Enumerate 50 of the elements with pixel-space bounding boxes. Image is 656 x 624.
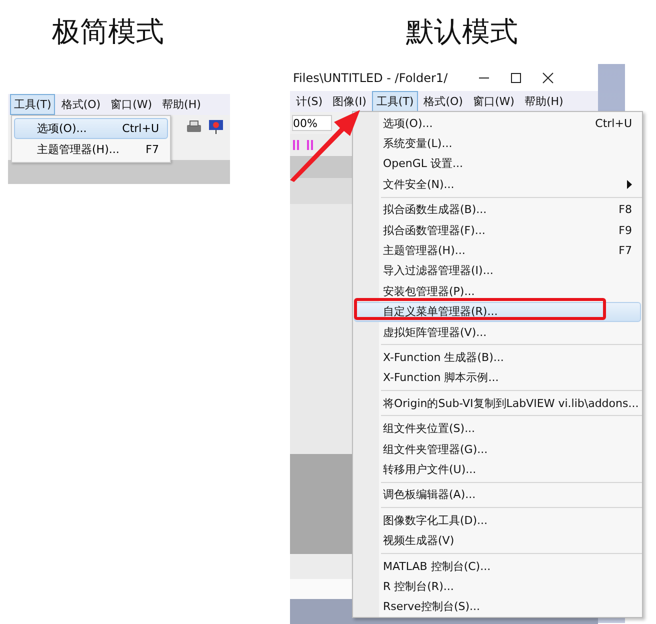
menu-title[interactable]: 计(S) xyxy=(292,91,327,112)
menu-item[interactable]: 拟合函数生成器(B)... F8 xyxy=(354,200,641,220)
menu-item[interactable]: 文件安全(N)... xyxy=(354,174,641,195)
menu-item[interactable]: Rserve控制台(S)... xyxy=(354,596,641,617)
mode-title: 极简模式 xyxy=(51,14,165,50)
menu-item[interactable]: 系统变量(L)... xyxy=(354,133,641,154)
mode-title: 默认模式 xyxy=(405,14,519,50)
menu-item[interactable]: X-Function 生成器(B)... xyxy=(354,347,641,368)
menu-item[interactable]: 导入过滤器管理器(I)... xyxy=(354,260,641,282)
menu-item[interactable]: 安装包管理器(P)... xyxy=(354,281,641,302)
zoom-field[interactable]: 00% xyxy=(292,115,332,131)
shortcut-label: F7 xyxy=(146,143,159,156)
menu-item[interactable]: 主题管理器(H)... F7 xyxy=(354,240,641,261)
menu-item[interactable]: 图像数字化工具(D)... xyxy=(354,510,641,530)
menu-item[interactable]: MATLAB 控制台(C)... xyxy=(354,556,641,576)
menu-item[interactable]: 组文件夹管理器(G)... xyxy=(354,438,641,460)
menu-title[interactable]: 工具(T) xyxy=(372,91,418,112)
menu-item[interactable]: 选项(O)... Ctrl+U xyxy=(354,113,641,134)
menu-title[interactable]: 帮助(H) xyxy=(158,94,205,115)
menu-title[interactable]: 格式(O) xyxy=(57,94,105,115)
window-title: Files\UNTITLED - /Folder1/ xyxy=(293,70,448,84)
menu-item[interactable]: X-Function 脚本示例... xyxy=(354,368,641,388)
shortcut-label: F9 xyxy=(618,224,632,237)
menu-title[interactable]: 窗口(W) xyxy=(106,94,156,115)
menu-item[interactable]: 拟合函数管理器(F)... F9 xyxy=(354,220,641,240)
shortcut-label: Ctrl+U xyxy=(595,116,632,130)
menu-item[interactable]: 主题管理器(H)... F7 xyxy=(14,139,168,160)
submenu-arrow-icon xyxy=(627,180,632,189)
menu-title[interactable]: 窗口(W) xyxy=(468,91,518,112)
menu-title[interactable]: 格式(O) xyxy=(420,91,467,112)
menu-item[interactable]: 视频生成器(V) xyxy=(354,530,641,551)
menu-item[interactable]: 将Origin的Sub-VI复制到LabVIEW vi.lib\addons... xyxy=(354,393,641,414)
maximize-icon[interactable] xyxy=(510,72,522,84)
printer-icon[interactable] xyxy=(186,119,202,135)
menu-item[interactable]: 调色板编辑器(A)... xyxy=(354,484,641,506)
menu-item[interactable]: 组文件夹位置(S)... xyxy=(354,418,641,439)
close-icon[interactable] xyxy=(542,72,554,84)
menu-item[interactable]: 虚拟矩阵管理器(V)... xyxy=(354,322,641,342)
shortcut-label: F7 xyxy=(618,244,632,258)
shortcut-label: Ctrl+U xyxy=(122,122,159,135)
pointer-arrow xyxy=(290,110,362,182)
presentation-icon[interactable] xyxy=(208,119,224,135)
shortcut-label: F8 xyxy=(618,203,632,216)
menu-title[interactable]: 图像(I) xyxy=(328,91,370,112)
menu-title[interactable]: 帮助(H) xyxy=(520,91,568,112)
menu-title[interactable]: 工具(T) xyxy=(10,94,56,115)
menu-item[interactable]: OpenGL 设置... xyxy=(354,154,641,174)
menu-item[interactable]: 选项(O)... Ctrl+U xyxy=(14,118,168,139)
menu-item[interactable]: 转移用户文件(U)... xyxy=(354,459,641,480)
menu-item[interactable]: R 控制台(R)... xyxy=(354,576,641,597)
